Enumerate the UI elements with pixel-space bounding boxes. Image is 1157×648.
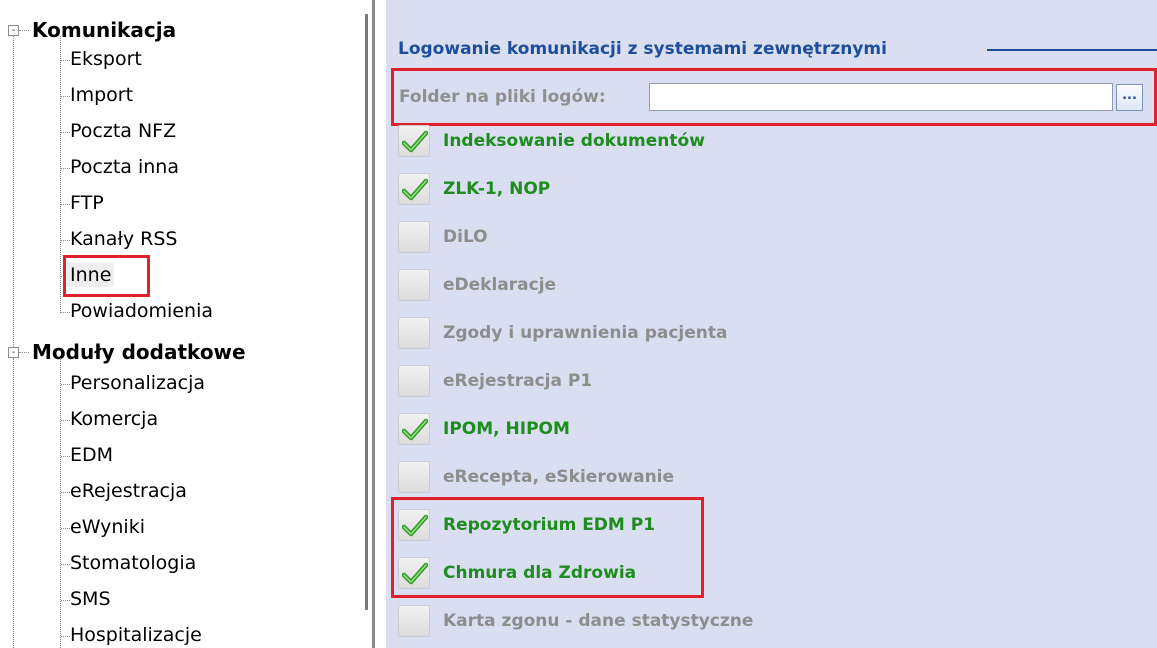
tree-item-hospitalizacje[interactable]: Hospitalizacje <box>70 623 202 647</box>
tree-item-poczta-nfz[interactable]: Poczta NFZ <box>70 119 176 143</box>
checkbox-karta-zgonu-dane-statystyczne[interactable] <box>398 605 430 637</box>
tree-item-powiadomienia[interactable]: Powiadomienia <box>70 299 213 323</box>
checkbox-label: Indeksowanie dokumentów <box>443 131 705 151</box>
checkbox-label: Zgody i uprawnienia pacjenta <box>443 323 728 343</box>
collapse-moduly-icon[interactable]: - <box>8 347 19 358</box>
tree-item-inne[interactable]: Inne <box>67 263 115 287</box>
checkbox-chmura-dla-zdrowia[interactable] <box>398 557 430 589</box>
checkbox-label: eRejestracja P1 <box>443 371 593 391</box>
checkbox-repozytorium-edm-p1[interactable] <box>398 509 430 541</box>
checkbox-indeksowanie-dokumentow[interactable] <box>398 125 430 157</box>
checkbox-edeklaracje[interactable] <box>398 269 430 301</box>
checkbox-label: Repozytorium EDM P1 <box>443 515 656 535</box>
folder-input[interactable] <box>649 83 1113 111</box>
tree-item-import[interactable]: Import <box>70 83 133 107</box>
checkbox-label: eRecepta, eSkierowanie <box>443 467 675 487</box>
splitter-handle[interactable] <box>365 14 368 610</box>
tree-item-eksport[interactable]: Eksport <box>70 47 142 71</box>
checkbox-zgody-i-uprawnienia-pacjenta[interactable] <box>398 317 430 349</box>
tree-node-moduly-dodatkowe[interactable]: Moduły dodatkowe <box>32 340 246 364</box>
checkbox-dilo[interactable] <box>398 221 430 253</box>
checkbox-label: ZLK-1, NOP <box>443 179 551 199</box>
tree-node-komunikacja[interactable]: Komunikacja <box>32 18 176 42</box>
checkbox-erecepta-eskierowanie[interactable] <box>398 461 430 493</box>
checkbox-zlk-1-nop[interactable] <box>398 173 430 205</box>
browse-button[interactable]: ... <box>1116 84 1143 111</box>
checkbox-label: eDeklaracje <box>443 275 557 295</box>
splitter-border <box>372 0 375 648</box>
checkbox-label: DiLO <box>443 227 488 247</box>
tree-item-personalizacja[interactable]: Personalizacja <box>70 371 205 395</box>
tree-item-ewyniki[interactable]: eWyniki <box>70 515 145 539</box>
collapse-komunikacja-icon[interactable]: - <box>8 25 19 36</box>
tree-item-sms[interactable]: SMS <box>70 587 111 611</box>
folder-label: Folder na pliki logów: <box>399 87 606 107</box>
checkbox-ipom-hipom[interactable] <box>398 413 430 445</box>
group-title: Logowanie komunikacji z systemami zewnęt… <box>398 39 887 59</box>
tree-item-erejestracja[interactable]: eRejestracja <box>70 479 187 503</box>
tree-item-stomatologia[interactable]: Stomatologia <box>70 551 196 575</box>
settings-tree: - Komunikacja Eksport Import Poczta NFZ Poc… <box>0 0 370 648</box>
tree-item-poczta-inna[interactable]: Poczta inna <box>70 155 179 179</box>
tree-item-edm[interactable]: EDM <box>70 443 113 467</box>
tree-item-kanaly-rss[interactable]: Kanały RSS <box>70 227 177 251</box>
group-title-line <box>987 49 1157 51</box>
tree-item-ftp[interactable]: FTP <box>70 191 104 215</box>
checkbox-erejestracja-p1[interactable] <box>398 365 430 397</box>
checkbox-label: IPOM, HIPOM <box>443 419 570 439</box>
checkbox-label: Karta zgonu - dane statystyczne <box>443 611 754 631</box>
checkbox-label: Chmura dla Zdrowia <box>443 563 637 583</box>
tree-item-komercja[interactable]: Komercja <box>70 407 158 431</box>
